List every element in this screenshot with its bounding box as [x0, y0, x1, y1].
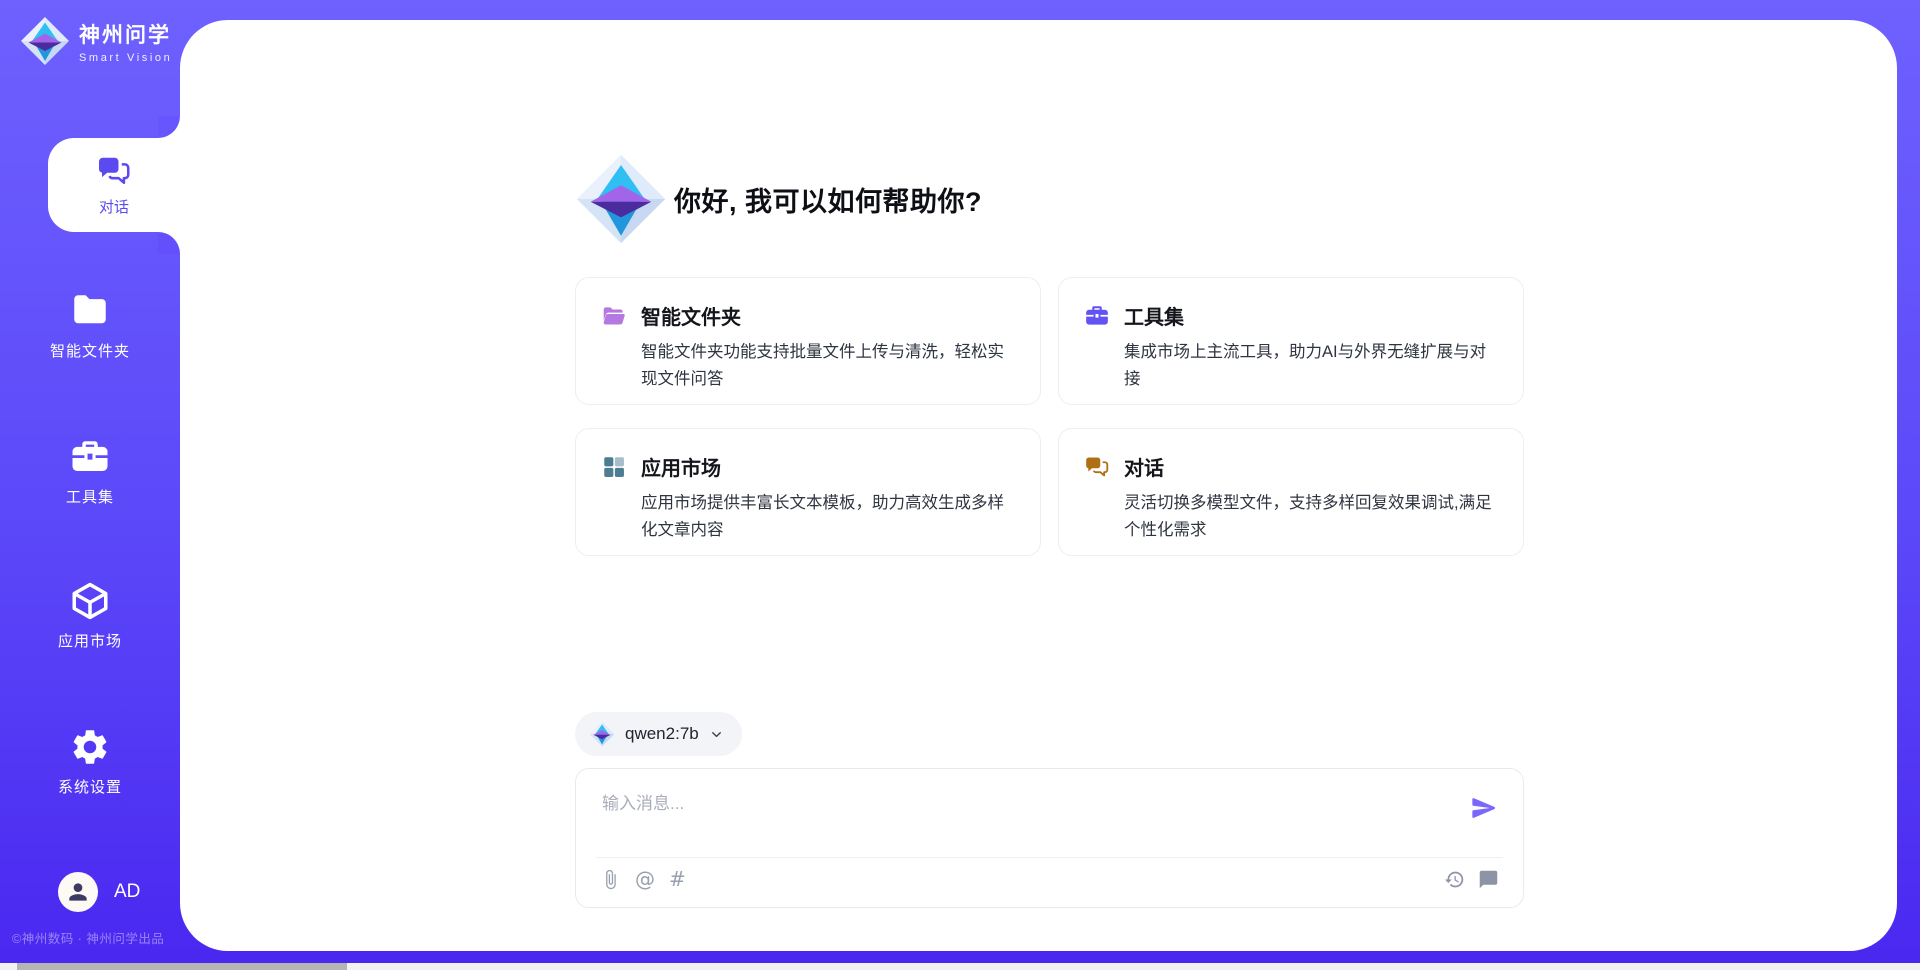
card-smart-folders[interactable]: 智能文件夹 智能文件夹功能支持批量文件上传与清洗，轻松实现文件问答 [575, 277, 1041, 405]
main-content: 你好, 我可以如何帮助你? 智能文件夹 智能文件夹功能支持批量文件上传与清洗，轻… [575, 20, 1524, 951]
brand-name: 神州问学 [79, 19, 172, 49]
horizontal-scrollbar[interactable] [0, 963, 1920, 970]
sidebar-item-label: 工具集 [0, 486, 180, 507]
chat-bubbles-icon [96, 153, 132, 189]
card-description: 灵活切换多模型文件，支持多样回复效果调试,满足个性化需求 [1124, 490, 1495, 544]
welcome-header: 你好, 我可以如何帮助你? [575, 153, 982, 245]
sidebar-item-system-settings[interactable]: 系统设置 [0, 726, 180, 797]
gear-icon [69, 726, 111, 768]
cube-icon [69, 580, 111, 622]
scrollbar-thumb[interactable] [17, 963, 347, 970]
paperclip-icon [600, 869, 621, 890]
history-button[interactable] [1444, 869, 1465, 890]
brand-gem-logo-icon [20, 14, 70, 68]
apps-grid-icon [601, 454, 627, 480]
chat-bubbles-icon [1084, 454, 1110, 480]
user-profile[interactable]: AD [58, 872, 140, 912]
sidebar-item-smart-folders[interactable]: 智能文件夹 [0, 290, 180, 361]
card-description: 集成市场上主流工具，助力AI与外界无缝扩展与对接 [1124, 339, 1495, 393]
sidebar-item-label: 对话 [99, 196, 129, 217]
brand-subtitle: Smart Vision [79, 52, 172, 64]
comment-icon [1478, 869, 1499, 890]
sidebar-item-label: 系统设置 [0, 776, 180, 797]
card-title: 对话 [1124, 452, 1164, 481]
card-title: 应用市场 [641, 452, 721, 481]
sidebar-item-label: 应用市场 [0, 630, 180, 651]
briefcase-icon [1084, 303, 1110, 329]
sidebar-item-label: 智能文件夹 [0, 340, 180, 361]
welcome-gem-logo-icon [575, 153, 667, 245]
composer-divider [596, 857, 1503, 858]
model-selector[interactable]: qwen2:7b [575, 712, 742, 756]
sidebar-item-toolset[interactable]: 工具集 [0, 436, 180, 507]
send-icon [1470, 794, 1498, 822]
card-app-market[interactable]: 应用市场 应用市场提供丰富长文本模板，助力高效生成多样化文章内容 [575, 428, 1041, 556]
app-screen: 神州问学 Smart Vision 对话 智能文件夹 工具集 应用市场 系统设置 [0, 0, 1920, 970]
hashtag-button[interactable]: # [669, 869, 686, 890]
person-icon [65, 879, 91, 905]
folder-open-icon [601, 303, 627, 329]
mention-button[interactable]: @ [635, 869, 655, 890]
greeting-title: 你好, 我可以如何帮助你? [674, 180, 982, 219]
active-tab-flare-top [158, 116, 180, 138]
card-toolset[interactable]: 工具集 集成市场上主流工具，助力AI与外界无缝扩展与对接 [1058, 277, 1524, 405]
brand: 神州问学 Smart Vision [20, 14, 172, 68]
mention-icon: @ [635, 869, 655, 890]
sidebar: 神州问学 Smart Vision 对话 智能文件夹 工具集 应用市场 系统设置 [0, 0, 180, 970]
briefcase-icon [69, 436, 111, 478]
model-name: qwen2:7b [625, 724, 699, 744]
send-button[interactable] [1470, 794, 1498, 822]
card-description: 应用市场提供丰富长文本模板，助力高效生成多样化文章内容 [641, 490, 1012, 544]
active-tab-flare-bottom [158, 232, 180, 254]
footer-credit: ©神州数码 · 神州问学出品 [12, 928, 184, 947]
message-input[interactable] [600, 787, 1434, 849]
sidebar-item-app-market[interactable]: 应用市场 [0, 580, 180, 651]
comment-button[interactable] [1478, 869, 1499, 890]
history-icon [1444, 869, 1465, 890]
card-title: 工具集 [1124, 301, 1184, 330]
attach-button[interactable] [600, 869, 621, 890]
card-chat[interactable]: 对话 灵活切换多模型文件，支持多样回复效果调试,满足个性化需求 [1058, 428, 1524, 556]
card-title: 智能文件夹 [641, 301, 741, 330]
sidebar-item-chat[interactable]: 对话 [48, 138, 180, 232]
main-panel: 你好, 我可以如何帮助你? 智能文件夹 智能文件夹功能支持批量文件上传与清洗，轻… [180, 20, 1897, 951]
folder-icon [69, 290, 111, 332]
gem-logo-icon [589, 721, 615, 747]
avatar [58, 872, 98, 912]
card-description: 智能文件夹功能支持批量文件上传与清洗，轻松实现文件问答 [641, 339, 1012, 393]
chevron-down-icon [709, 727, 724, 742]
feature-cards: 智能文件夹 智能文件夹功能支持批量文件上传与清洗，轻松实现文件问答 工具集 集成… [575, 277, 1524, 556]
hashtag-icon: # [669, 869, 686, 890]
user-name: AD [114, 881, 140, 903]
message-composer: @ # [575, 768, 1524, 908]
